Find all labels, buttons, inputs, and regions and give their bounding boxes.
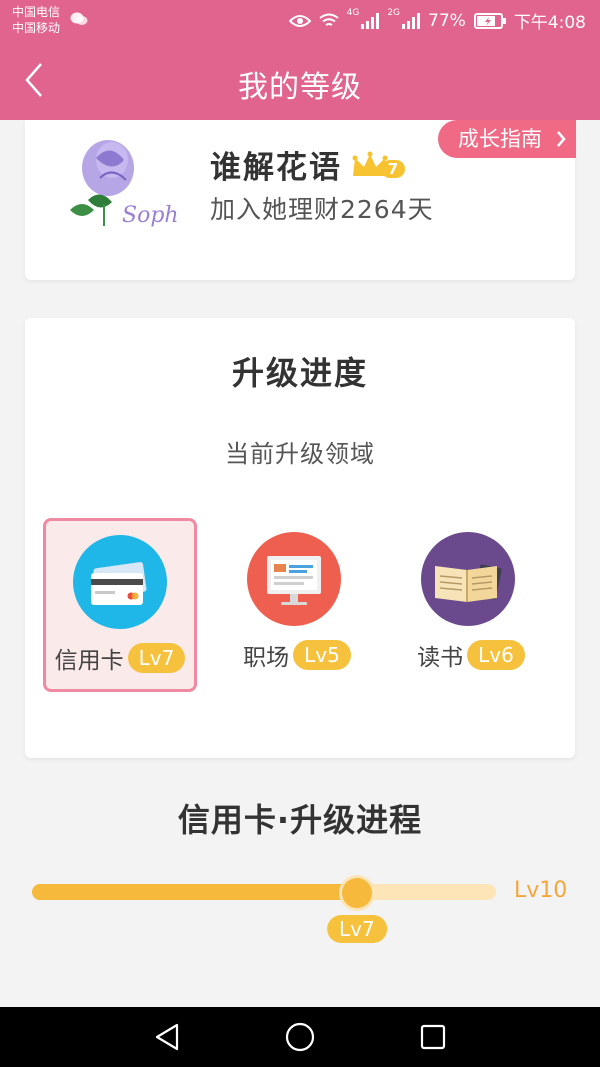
battery-charging-icon — [473, 12, 506, 29]
signal-icon — [402, 12, 421, 29]
domain-name: 职场 — [243, 645, 290, 671]
back-triangle-icon[interactable] — [151, 1021, 183, 1053]
domain-name: 读书 — [417, 645, 464, 671]
domain-career[interactable]: 职场 Lv5 — [220, 518, 374, 692]
level-badge: Lv7 — [127, 643, 186, 673]
level-badge: Lv6 — [467, 640, 525, 670]
upgrade-progress-title: 升级进度 — [231, 354, 368, 392]
network-1-label: 4G — [346, 8, 360, 18]
monitor-icon — [247, 532, 341, 626]
avatar-signature: Sophia — [122, 203, 180, 228]
domain-label: 读书 Lv6 — [394, 638, 548, 672]
growth-guide-button[interactable]: 成长指南 — [438, 120, 576, 158]
level-progress-track — [32, 884, 496, 900]
level-progress-thumb[interactable] — [341, 878, 372, 908]
crown-level: 7 — [388, 160, 398, 178]
domain-credit-card[interactable]: 信用卡 Lv7 — [43, 518, 197, 692]
carrier-info: 中国电信 中国移动 — [12, 4, 60, 36]
battery-percent: 77% — [428, 10, 466, 31]
max-level-label: Lv10 — [514, 878, 568, 903]
carrier-1: 中国电信 — [12, 5, 61, 19]
signal-icon — [361, 12, 380, 29]
upgrade-progress-card: 升级进度 当前升级领域 信用卡 Lv7 职场 Lv5 读书 Lv6 — [25, 318, 575, 758]
wechat-icon — [70, 12, 88, 25]
home-circle-icon[interactable] — [284, 1021, 316, 1053]
status-bar: 中国电信 中国移动 4G 2G 77% 下午4:08 — [0, 0, 600, 40]
level-badge: Lv5 — [293, 640, 351, 670]
network-2-label: 2G — [387, 8, 401, 18]
domain-reading[interactable]: 读书 Lv6 — [394, 518, 548, 692]
growth-guide-label: 成长指南 — [458, 127, 542, 151]
system-nav-bar — [0, 1007, 600, 1067]
credit-card-icon — [73, 535, 167, 629]
avatar: Sophia — [70, 140, 180, 228]
profile-card: Sophia 谁解花语 7 加入她理财2264天 成长指南 — [25, 120, 576, 280]
chevron-right-icon — [557, 131, 566, 147]
wifi-icon — [318, 13, 339, 26]
current-level-badge: Lv7 — [326, 915, 387, 943]
status-time: 下午4:08 — [513, 13, 586, 33]
join-days-text: 加入她理财2264天 — [210, 195, 434, 224]
book-icon — [421, 532, 515, 626]
eye-icon — [288, 14, 311, 27]
status-icons: 4G 2G 77% 下午4:08 — [288, 8, 586, 33]
page-title: 我的等级 — [238, 70, 362, 105]
current-domain-subtitle: 当前升级领域 — [225, 440, 375, 468]
domain-label: 职场 Lv5 — [220, 638, 374, 672]
domain-name: 信用卡 — [54, 648, 124, 674]
crown-level-badge: 7 — [352, 151, 405, 178]
domain-label: 信用卡 Lv7 — [46, 641, 194, 675]
nav-bar: 我的等级 — [0, 40, 600, 120]
recents-square-icon[interactable] — [417, 1021, 449, 1053]
carrier-2: 中国移动 — [12, 21, 61, 35]
username: 谁解花语 — [210, 150, 342, 186]
upgrade-process-title: 信用卡·升级进程 — [177, 801, 423, 839]
level-progress-fill — [32, 884, 357, 900]
